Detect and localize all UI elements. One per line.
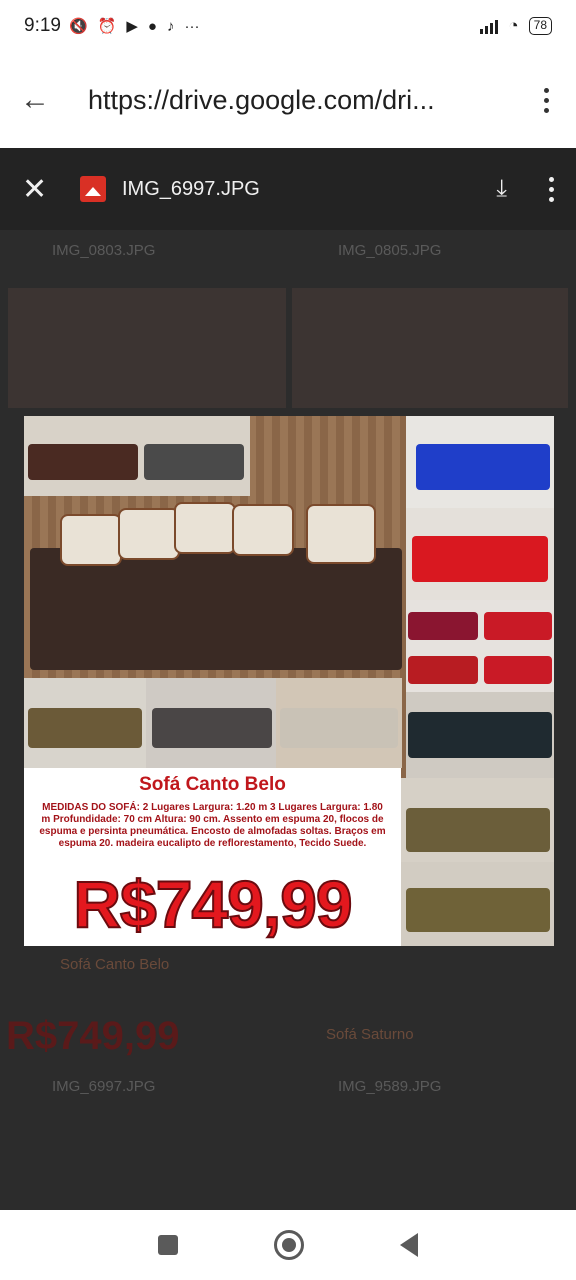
browser-menu-icon[interactable] <box>536 87 556 113</box>
back-button[interactable] <box>400 1233 418 1257</box>
pillow <box>232 504 294 556</box>
image-viewer: IMG_0803.JPG IMG_0805.JPG Sofá Canto Bel… <box>0 148 576 1210</box>
facebook-icon: ● <box>147 17 157 35</box>
download-icon[interactable]: ⤓ <box>496 175 507 203</box>
viewer-toolbar: ✕ IMG_6997.JPG ⤓ <box>0 148 576 230</box>
ad-price: R$749,99 <box>72 866 353 942</box>
status-bar: 9:19 🔇 ⏰ ▶ ● ♪ ··· ◔ 78 <box>0 0 576 52</box>
thumb-red-sofa <box>406 508 554 600</box>
status-time: 9:19 <box>24 15 61 36</box>
image-file-icon <box>80 176 106 202</box>
thumb-blue-sofa <box>406 416 554 508</box>
back-arrow-icon[interactable]: ← <box>20 83 64 117</box>
battery-icon: 78 <box>528 17 552 35</box>
home-button[interactable] <box>274 1230 304 1260</box>
ad-title: Sofá Canto Belo <box>139 774 286 795</box>
thumb-brown-sofa <box>24 678 146 768</box>
close-icon[interactable]: ✕ <box>22 172 62 207</box>
grid-file-label: IMG_0805.JPG <box>338 242 442 259</box>
grid-file-label: IMG_6997.JPG <box>52 1078 156 1095</box>
grid-thumbnail <box>8 288 286 408</box>
sofa-ad-image: Sofá Canto Belo MEDIDAS DO SOFÁ: 2 Lugar… <box>24 416 554 946</box>
thumb-sofas-top <box>24 416 250 496</box>
thumb-olive-sofa-2 <box>400 862 554 946</box>
more-notifications-icon: ··· <box>184 17 200 35</box>
grid-text: Sofá Saturno <box>326 1026 414 1043</box>
url-text[interactable]: https://drive.google.com/dri... <box>88 85 508 116</box>
wifi-icon: ◔ <box>508 16 519 35</box>
recents-button[interactable] <box>158 1235 178 1255</box>
ad-panel: Sofá Canto Belo MEDIDAS DO SOFÁ: 2 Lugar… <box>24 768 401 946</box>
ad-description: MEDIDAS DO SOFÁ: 2 Lugares Largura: 1.20… <box>39 802 386 849</box>
grid-thumbnail <box>292 288 568 408</box>
viewer-menu-icon[interactable] <box>549 176 554 202</box>
grid-text: Sofá Canto Belo <box>60 956 170 973</box>
pillow <box>174 502 236 554</box>
system-nav-bar <box>0 1210 576 1280</box>
alarm-icon: ⏰ <box>97 18 117 35</box>
grid-text: R$749,99 <box>6 1014 180 1058</box>
browser-url-bar: ← https://drive.google.com/dri... <box>0 52 576 148</box>
grid-file-label: IMG_0803.JPG <box>52 242 156 259</box>
play-icon: ▶ <box>126 18 138 35</box>
signal-icon <box>480 18 499 34</box>
file-name: IMG_6997.JPG <box>122 177 260 200</box>
thumb-four-sofas <box>406 600 554 692</box>
thumb-grey-sofa <box>146 678 276 768</box>
tiktok-icon: ♪ <box>166 17 175 35</box>
notification-icons: 🔇 ⏰ ▶ ● ♪ ··· <box>68 17 200 36</box>
pillow <box>118 508 180 560</box>
pillow <box>306 504 376 564</box>
thumb-olive-sofa-1 <box>400 778 554 862</box>
main-sofa <box>30 548 402 670</box>
grid-file-label: IMG_9589.JPG <box>338 1078 442 1095</box>
thumb-black-sofa <box>406 692 554 784</box>
pillow <box>60 514 122 566</box>
thumb-beige-sofa <box>276 678 402 768</box>
mute-icon: 🔇 <box>68 18 88 35</box>
